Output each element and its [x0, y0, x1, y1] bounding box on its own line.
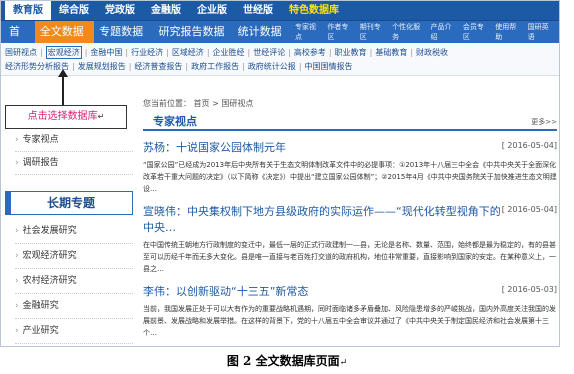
left-link-topic[interactable]: › 产业研究: [15, 319, 133, 344]
tab-finance[interactable]: 金融版: [143, 1, 189, 20]
tab-world-economy[interactable]: 世经版: [235, 1, 281, 20]
article-summary: 在中国传统王朝地方行政制度的变迁中，最低一层的正式行政建制一—县，无论是名称、数…: [143, 241, 556, 273]
bullet-icon: ›: [15, 276, 19, 286]
sublink[interactable]: 行业经济: [131, 47, 163, 58]
sublink[interactable]: 金融中国: [90, 47, 122, 58]
nav-right-link[interactable]: 作者专区: [324, 22, 354, 42]
sublink-macro-economy[interactable]: 宏观经济: [45, 45, 82, 59]
sublink[interactable]: 企业胜经: [213, 47, 245, 58]
left-link-topic[interactable]: › 宏观经济研究: [15, 244, 133, 269]
bullet-icon: ›: [15, 251, 19, 261]
callout-text: 点击选择数据库: [27, 111, 98, 122]
sublink[interactable]: 职业教育: [335, 47, 367, 58]
sublink[interactable]: 高校参考: [294, 47, 326, 58]
left-link-expert[interactable]: › 专家视点: [15, 129, 133, 152]
nav-right-links: 专家视点 作者专区 期刊专区 个性化服务 产品介绍 会员专区 使用帮助 国研英语: [292, 22, 559, 42]
nav-right-link[interactable]: 专家视点: [292, 22, 322, 42]
nav-topic-db[interactable]: 专题数据库: [94, 21, 153, 60]
nav-fulltext-db[interactable]: 全文数据库: [34, 21, 95, 60]
nav-right-link[interactable]: 国研英语: [525, 22, 555, 42]
tab-general[interactable]: 综合版: [51, 1, 97, 20]
callout-annotation: 点击选择数据库↵: [5, 105, 127, 129]
article-date: [ 2016-05-04]: [501, 141, 557, 150]
nav-right-link[interactable]: 使用帮助: [492, 22, 522, 42]
article-summary: “国家公园”已经成为2013年后中央所有关于生态文明体制改革文件中的必提事项：①…: [143, 161, 557, 193]
main-content: 您当前位置： 首页 > 国研视点 专家视点 更多>> 苏杨：十说国家公园体制元年…: [143, 97, 557, 339]
database-sublinks: 国研视点 | 宏观经济 | 金融中国 | 行业经济 | 区域经济 | 企业胜经 | 世经评论…: [1, 43, 559, 76]
nav-stats-db[interactable]: 统计数据库: [233, 21, 292, 60]
left-section-heading: 长期专题: [5, 191, 133, 215]
left-links-top: › 专家视点 › 调研报告: [15, 129, 133, 175]
article-date: [ 2016-05-04]: [501, 205, 557, 214]
sublink[interactable]: 发展规划报告: [78, 61, 126, 72]
article-item: 宣晓伟：中央集权制下地方县级政府的实际运作——“现代化转型视角下的中央…[ 20…: [143, 203, 557, 275]
tab-education[interactable]: 教育版: [5, 1, 51, 20]
sublink[interactable]: 政府统计公报: [248, 61, 296, 72]
nav-right-link[interactable]: 期刊专区: [357, 22, 387, 42]
sublink[interactable]: 区域经济: [172, 47, 204, 58]
left-link-topic[interactable]: › 农村经济研究: [15, 269, 133, 294]
article-date: [ 2016-05-03]: [501, 285, 557, 294]
breadcrumb: 您当前位置： 首页 > 国研视点: [143, 99, 254, 108]
article-title[interactable]: 宣晓伟：中央集权制下地方县级政府的实际运作——“现代化转型视角下的中央…: [143, 203, 502, 235]
article-summary: 当前，我国发展正处于可以大有作为的重要战略机遇期，同时面临诸多矛盾叠加、风险隐患…: [143, 305, 556, 337]
tab-special-db[interactable]: 特色数据库: [281, 1, 347, 20]
arrow-shaft: [62, 73, 64, 106]
bullet-icon: ›: [15, 158, 19, 168]
section-title: 专家视点: [153, 115, 197, 128]
caption-text: 图 2 全文数据库页面: [226, 354, 340, 368]
return-mark: ↵: [339, 358, 348, 368]
sublink[interactable]: 国研视点: [5, 47, 37, 58]
sublink[interactable]: 财政税收: [416, 47, 448, 58]
left-link-research[interactable]: › 调研报告: [15, 152, 133, 175]
left-link-topic[interactable]: › 金融研究: [15, 294, 133, 319]
nav-right-link[interactable]: 会员专区: [460, 22, 490, 42]
bullet-icon: ›: [15, 326, 19, 336]
article-title[interactable]: 李伟：以创新驱动“十三五”新常态: [143, 283, 308, 299]
screenshot-frame: 教育版 综合版 党政版 金融版 企业版 世经版 特色数据库 首页 全文数据库 专…: [0, 0, 560, 347]
nav-right-link[interactable]: 个性化服务: [389, 22, 425, 42]
sublink[interactable]: 中国国情报告: [305, 61, 353, 72]
more-link[interactable]: 更多>>: [531, 117, 557, 129]
nav-home[interactable]: 首页: [3, 21, 35, 60]
article-title[interactable]: 苏杨：十说国家公园体制元年: [143, 139, 286, 155]
article-item: 李伟：以创新驱动“十三五”新常态 [ 2016-05-03] 当前，我国发展正处于…: [143, 283, 557, 339]
bullet-icon: ›: [15, 226, 19, 236]
figure-caption: 图 2 全文数据库页面↵: [0, 352, 574, 369]
bullet-icon: ›: [15, 135, 19, 145]
article-item: 苏杨：十说国家公园体制元年 [ 2016-05-04] “国家公园”已经成为201…: [143, 139, 557, 195]
left-links-topics: › 社会发展研究 › 宏观经济研究 › 农村经济研究 › 金融研究 › 产业研究: [15, 219, 133, 344]
top-tab-bar: 教育版 综合版 党政版 金融版 企业版 世经版 特色数据库: [1, 1, 559, 21]
tab-party[interactable]: 党政版: [97, 1, 143, 20]
section-header: 专家视点 更多>>: [143, 111, 557, 131]
sublink[interactable]: 政府工作报告: [191, 61, 239, 72]
bullet-icon: ›: [15, 301, 19, 311]
nav-report-db[interactable]: 研究报告数据库: [154, 21, 233, 60]
sublink[interactable]: 基础教育: [375, 47, 407, 58]
sublink[interactable]: 世经评论: [253, 47, 285, 58]
nav-right-link[interactable]: 产品介绍: [428, 22, 458, 42]
sublink[interactable]: 经济普查报告: [134, 61, 182, 72]
main-nav: 首页 全文数据库 专题数据库 研究报告数据库 统计数据库 专家视点 作者专区 期…: [1, 21, 559, 60]
return-mark: ↵: [97, 112, 105, 121]
tab-enterprise[interactable]: 企业版: [189, 1, 235, 20]
left-link-topic[interactable]: › 社会发展研究: [15, 219, 133, 244]
